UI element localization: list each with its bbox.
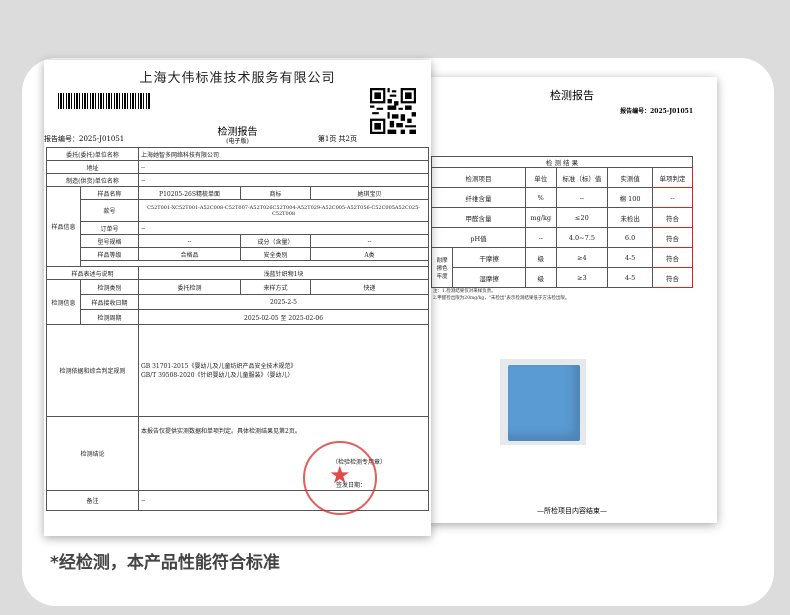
cell-judgment: 符合 — [651, 267, 694, 288]
label-basis: 检测依据和综合判定规则 — [46, 324, 139, 417]
page2-report-number: 报告编号：2025-J01051 — [620, 108, 693, 115]
sample-photo — [500, 359, 586, 445]
label-remark: 备注 — [46, 490, 139, 511]
label-description: 样品表述与说明 — [46, 266, 139, 280]
table-row: 耐摩擦色牢度 干摩擦 级 ≥4 4-5 符合 — [430, 247, 694, 288]
cell-unit: -- — [525, 227, 557, 248]
cell-judgment: -- — [651, 187, 694, 208]
cell-item: 纤维含量 — [431, 187, 526, 208]
cell-value: 4-5 — [607, 247, 653, 268]
label-sampling: 来样方式 — [240, 279, 311, 295]
label-test-type: 检测类别 — [80, 279, 139, 295]
label-test-group: 检测信息 — [46, 279, 81, 325]
label-conclusion: 检测结论 — [46, 416, 139, 491]
value-composition: -- — [309, 234, 430, 248]
cell-group: 耐摩擦色牢度 — [430, 247, 454, 288]
value-description: 浅蓝针织物1块 — [137, 266, 430, 280]
caption-text: *经检测，本产品性能符合标准 — [50, 553, 280, 573]
value-sample-name: P10205-26S精梳单面 — [138, 186, 241, 200]
company-name: 上海大伟标准技术服务有限公司 — [139, 71, 336, 86]
official-seal: ★ — [303, 441, 377, 515]
report-page-2: 检测报告 报告编号：2025-J01051 检 测 结 果 检测项目 单位 标准… — [427, 77, 717, 523]
cell-unit: 级 — [525, 267, 557, 288]
cell-standard: ≥3 — [555, 267, 609, 288]
star-icon: ★ — [329, 461, 351, 489]
label-style: 款号 — [80, 199, 139, 222]
cell-item: pH值 — [431, 227, 526, 248]
label-composition: 成分（含量） — [240, 234, 311, 248]
cell-item: 干摩擦 — [452, 247, 526, 268]
value-test-type: 委托检测 — [138, 279, 241, 295]
table-row: pH值 -- 4.0~7.5 6.0 符合 — [431, 227, 694, 248]
fabric-swatch — [508, 365, 580, 441]
header-item: 检测项目 — [431, 167, 526, 188]
page2-title: 检测报告 — [550, 89, 594, 102]
basis-line-2: GB/T 39508-2020《针织婴幼儿及儿童服装》（婴幼儿） — [141, 371, 294, 379]
cell-standard: ≥4 — [555, 247, 609, 268]
label-maker: 制造(供货)单位名称 — [46, 173, 139, 187]
cell-item: 湿摩擦 — [452, 267, 526, 288]
cell-item: 甲醛含量 — [431, 207, 526, 228]
value-brand: 她琪宝贝 — [309, 186, 430, 200]
page-number: 第1页 共2页 — [317, 135, 357, 143]
basis-line-1: GB 31701-2015《婴幼儿及儿童纺织产品安全技术规范》 — [141, 362, 297, 370]
cell-value: 棉 100 — [607, 187, 653, 208]
table-row: 纤维含量 % -- 棉 100 -- — [431, 187, 694, 208]
header-judgment: 单项判定 — [651, 167, 694, 188]
value-period: 2025-02-05 至 2025-02-06 — [137, 309, 430, 325]
label-received: 样品接收日期 — [80, 294, 139, 310]
label-spec: 型号规格 — [80, 234, 139, 248]
value-client: 上海她智多网络科技有限公司 — [137, 147, 430, 161]
cell-judgment: 符合 — [651, 207, 694, 228]
cell-unit: % — [525, 187, 557, 208]
table-row: 甲醛含量 mg/kg ≤20 未检出 符合 — [431, 207, 694, 228]
cell-value: 6.0 — [607, 227, 653, 248]
value-spec: -- — [138, 234, 241, 248]
cell-value: 未检出 — [607, 207, 653, 228]
results-table: 检 测 结 果 检测项目 单位 标准（标）值 实测值 单项判定 纤维含量 % -… — [430, 156, 694, 288]
header-standard: 标准（标）值 — [555, 167, 609, 188]
report-info-table: 委托(委托)单位名称 上海她智多网络科技有限公司 地址 -- 制造(供货)单位名称 -… — [46, 147, 430, 511]
value-remark: -- — [137, 490, 430, 511]
value-maker: -- — [137, 173, 430, 187]
table-row: 湿摩擦 级 ≥3 4-5 符合 — [432, 267, 694, 288]
conclusion-text: 本报告仅提供实测数据和单项判定。具体检测结果见第2页。 — [141, 428, 301, 435]
page1-subtitle: (电子版) — [226, 138, 249, 145]
value-sampling: 快递 — [309, 279, 430, 295]
value-style: C52T001-XC52T001-A52C008-C52T007-A52T026… — [137, 199, 430, 222]
label-safety: 安全类别 — [240, 247, 311, 261]
results-section-title: 检 测 结 果 — [431, 156, 693, 168]
label-sample-name: 样品名称 — [80, 186, 139, 200]
cell-judgment: 符合 — [651, 227, 694, 248]
value-safety: A类 — [309, 247, 430, 261]
label-brand: 商标 — [240, 186, 311, 200]
cell-standard: ≤20 — [555, 207, 609, 228]
cell-standard: -- — [555, 187, 609, 208]
cell-value: 4-5 — [607, 267, 653, 288]
cell-unit: 级 — [525, 247, 557, 268]
header-unit: 单位 — [525, 167, 557, 188]
value-received: 2025-2-5 — [137, 294, 430, 310]
value-address: -- — [137, 160, 430, 174]
cell-judgment: 符合 — [651, 247, 694, 268]
label-address: 地址 — [46, 160, 139, 174]
cell-unit: mg/kg — [525, 207, 557, 228]
value-grade: 合格品 — [138, 247, 241, 261]
cell-standard: 4.0~7.5 — [555, 227, 609, 248]
label-grade: 样品等级 — [80, 247, 139, 261]
note-1: 注：1.检测结果仅对来样负责。 — [433, 289, 496, 294]
header-value: 实测值 — [607, 167, 653, 188]
barcode — [58, 93, 150, 109]
label-sample-group: 样品信息 — [46, 186, 81, 267]
value-order: -- — [137, 221, 430, 235]
label-client: 委托(委托)单位名称 — [46, 147, 139, 161]
label-order: 订单号 — [80, 221, 139, 235]
label-period: 检测周期 — [80, 309, 139, 325]
note-2: 2.甲醛检出限为20mg/kg，"未检出"表示检测结果低于方法检出限。 — [433, 296, 570, 301]
end-line: —所检项目内容结束— — [537, 507, 607, 515]
